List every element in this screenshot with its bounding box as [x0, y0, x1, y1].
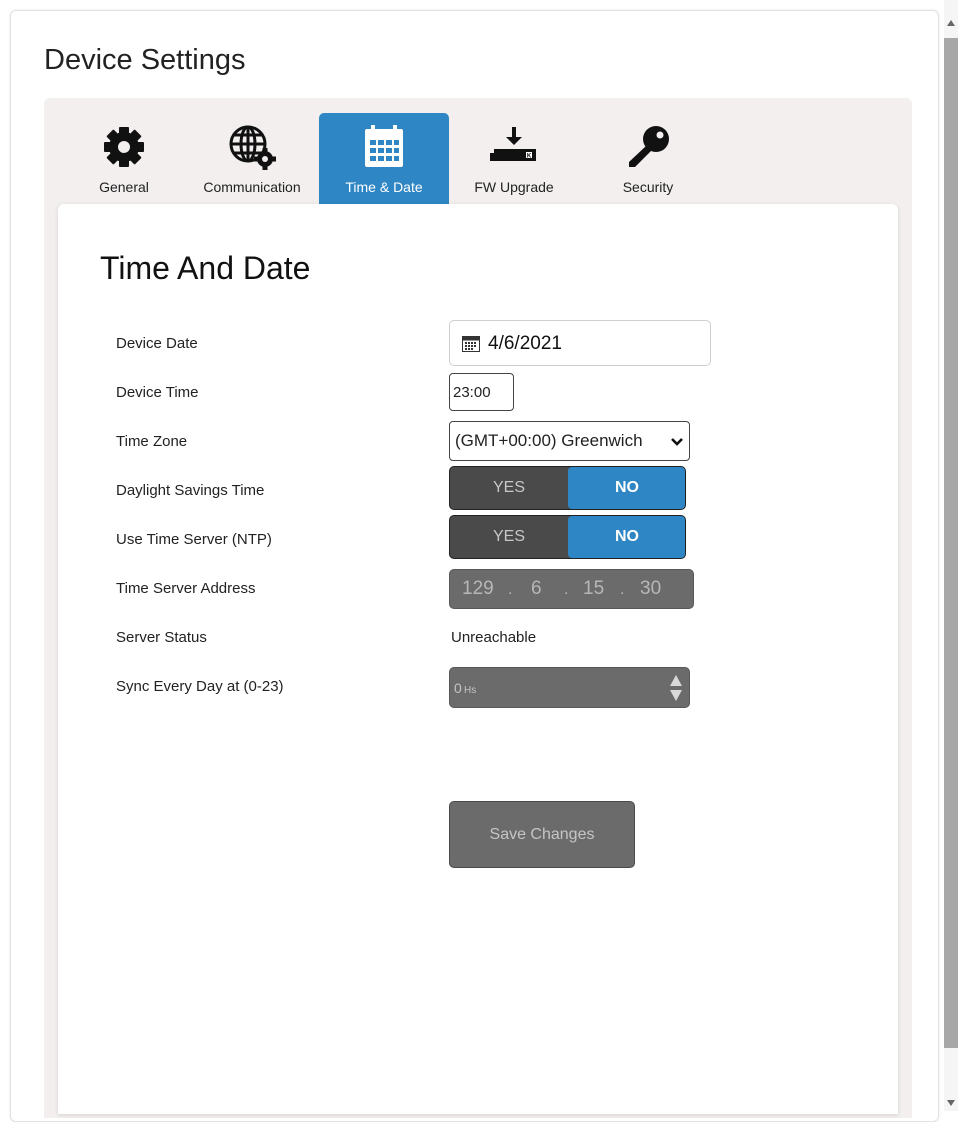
section-title: Time And Date: [100, 250, 311, 286]
calendar-icon: [319, 121, 449, 173]
device-time-label: Device Time: [116, 384, 199, 401]
ntp-no-option[interactable]: NO: [568, 516, 685, 558]
server-address-label: Time Server Address: [116, 580, 256, 597]
ntp-yes-option[interactable]: YES: [450, 516, 568, 558]
tab-general[interactable]: General: [86, 113, 162, 205]
scroll-down-arrow-icon[interactable]: [946, 1094, 956, 1112]
tab-time-date[interactable]: Time & Date: [319, 113, 449, 205]
ip-octet[interactable]: 15: [583, 578, 604, 600]
tab-label: FW Upgrade: [474, 179, 554, 195]
time-zone-label: Time Zone: [116, 433, 188, 450]
tab-label: Communication: [203, 179, 301, 195]
firmware-download-icon: K: [460, 121, 568, 173]
server-status-label: Server Status: [116, 629, 207, 646]
svg-text:K: K: [527, 154, 532, 160]
page-title: Device Settings: [44, 44, 246, 76]
device-date-value: 4/6/2021: [488, 333, 562, 354]
device-date-label: Device Date: [116, 335, 198, 352]
key-icon: [600, 121, 696, 173]
globe-gear-icon: [188, 121, 316, 173]
ntp-label: Use Time Server (NTP): [116, 531, 272, 548]
ip-separator: .: [564, 581, 569, 598]
tab-label: Security: [622, 179, 674, 195]
tab-communication[interactable]: Communication: [188, 113, 316, 205]
ntp-toggle[interactable]: YES NO: [449, 515, 686, 559]
dst-no-option[interactable]: NO: [568, 467, 685, 509]
spinner-arrows-icon[interactable]: [669, 674, 683, 707]
tab-label: Time & Date: [345, 179, 423, 195]
sync-label: Sync Every Day at (0-23): [116, 678, 284, 695]
save-changes-button[interactable]: Save Changes: [449, 801, 635, 868]
scroll-up-arrow-icon[interactable]: [946, 14, 956, 32]
sync-hour-input[interactable]: 0 Hs: [449, 667, 690, 708]
scrollbar-thumb[interactable]: [944, 38, 958, 1048]
ip-octet[interactable]: 30: [640, 578, 661, 600]
server-address-input[interactable]: 129 . 6 . 15 . 30: [449, 569, 694, 609]
sync-hour-value: 0: [454, 680, 462, 696]
dst-label: Daylight Savings Time: [116, 482, 265, 499]
time-zone-select[interactable]: (GMT+00:00) Greenwich: [449, 421, 690, 461]
ip-separator: .: [620, 581, 625, 598]
tab-label: General: [99, 179, 149, 195]
ip-octet[interactable]: 129: [462, 578, 494, 600]
chevron-down-icon: [671, 434, 683, 452]
sync-hour-unit: Hs: [464, 685, 477, 696]
device-time-input[interactable]: 23:00: [449, 373, 514, 411]
tab-security[interactable]: Security: [600, 113, 696, 205]
tab-fw-upgrade[interactable]: K FW Upgrade: [460, 113, 568, 205]
calendar-icon: [462, 335, 480, 357]
gear-icon: [86, 121, 162, 173]
dst-toggle[interactable]: YES NO: [449, 466, 686, 510]
server-status-value: Unreachable: [451, 629, 537, 646]
device-date-input[interactable]: 4/6/2021: [449, 320, 711, 366]
dst-yes-option[interactable]: YES: [450, 467, 568, 509]
ip-separator: .: [508, 581, 513, 598]
time-zone-value: (GMT+00:00) Greenwich: [455, 431, 643, 450]
ip-octet[interactable]: 6: [531, 578, 542, 600]
